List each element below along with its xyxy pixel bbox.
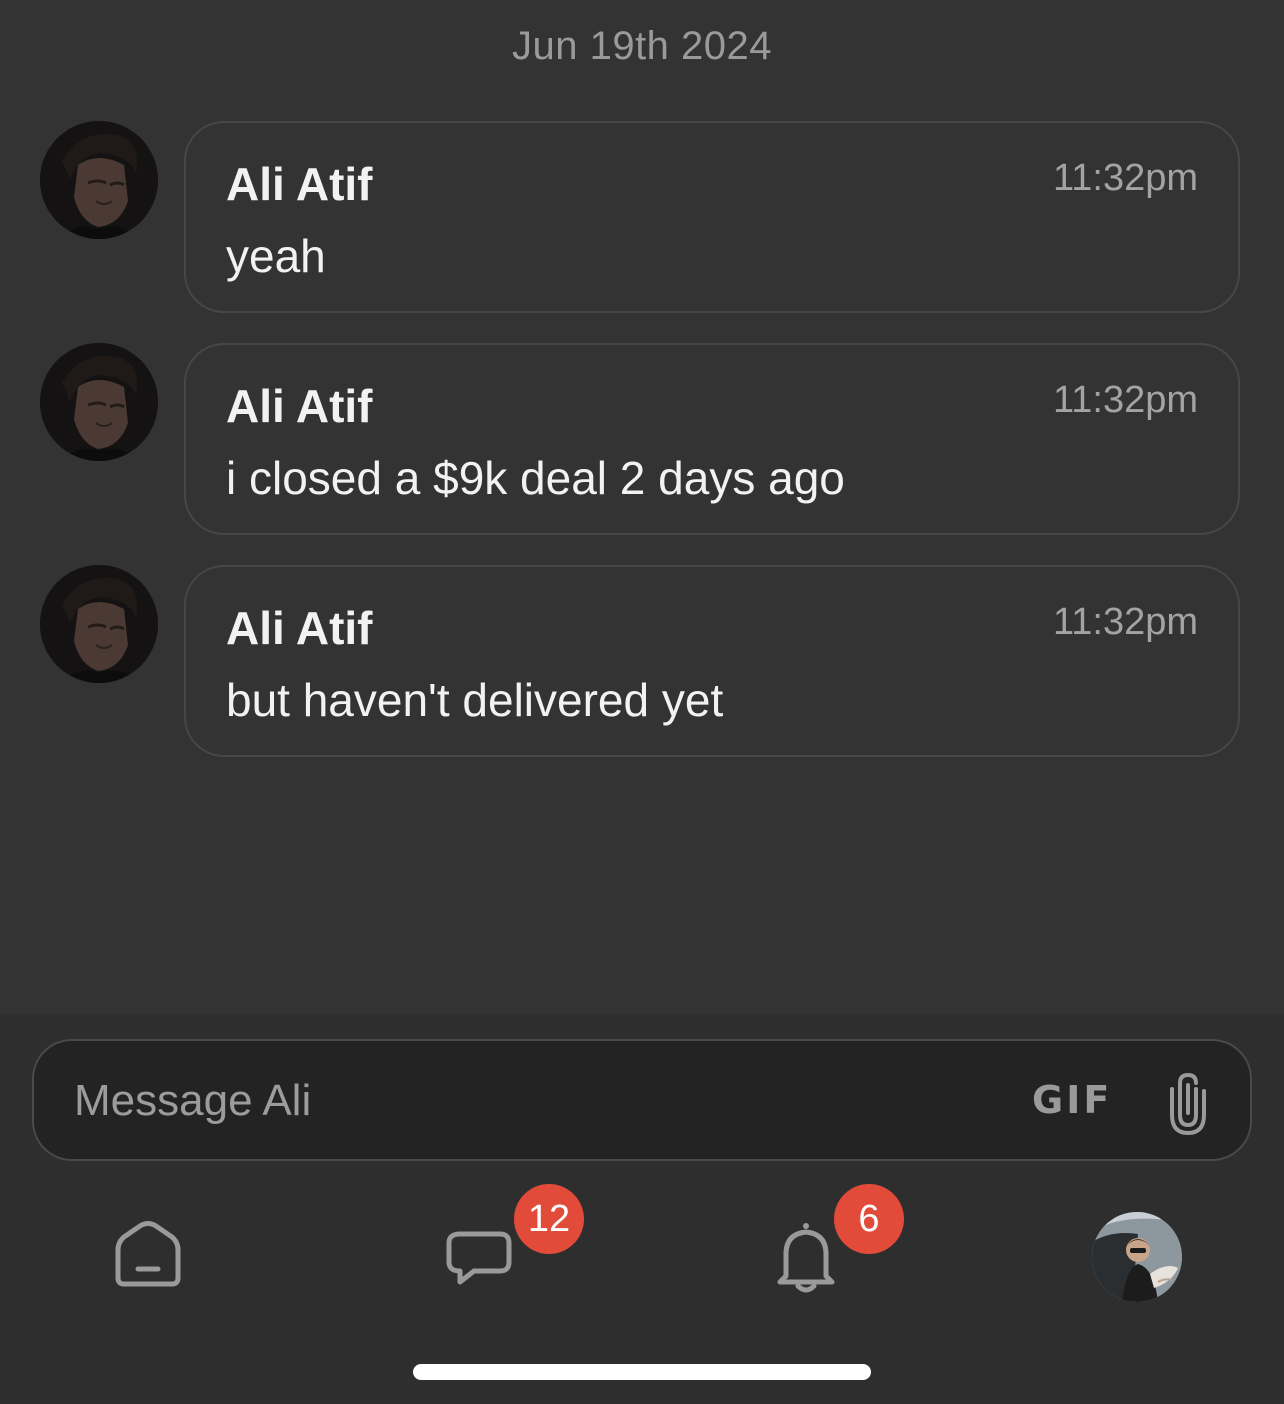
- nav-home[interactable]: [78, 1190, 218, 1320]
- avatar-image: [40, 121, 158, 239]
- message-text: i closed a $9k deal 2 days ago: [226, 452, 845, 504]
- home-icon: [115, 1221, 181, 1287]
- profile-image: [1092, 1212, 1182, 1302]
- message-time: 11:32pm: [1052, 379, 1198, 421]
- sender-name[interactable]: Ali Atif: [226, 379, 373, 433]
- message-text: yeah: [226, 230, 326, 282]
- avatar-image: [40, 565, 158, 683]
- profile-avatar[interactable]: [1092, 1212, 1182, 1302]
- paperclip-icon[interactable]: [1166, 1069, 1210, 1136]
- message-row: Ali Atif 11:32pm but haven't delivered y…: [0, 565, 1284, 761]
- sender-name[interactable]: Ali Atif: [226, 601, 373, 655]
- message-row: Ali Atif 11:32pm i closed a $9k deal 2 d…: [0, 343, 1284, 539]
- message-bubble[interactable]: Ali Atif 11:32pm yeah: [184, 121, 1240, 313]
- bottom-nav: 12 6: [0, 1184, 1284, 1330]
- sender-avatar[interactable]: [40, 121, 158, 239]
- message-composer: GIF: [32, 1039, 1252, 1161]
- notifications-badge: 6: [834, 1184, 904, 1254]
- message-row: Ali Atif 11:32pm yeah: [0, 121, 1284, 317]
- nav-messages[interactable]: 12: [410, 1184, 584, 1320]
- messages-badge: 12: [514, 1184, 584, 1254]
- message-text: but haven't delivered yet: [226, 674, 724, 726]
- sender-avatar[interactable]: [40, 565, 158, 683]
- home-indicator-bar: [413, 1364, 871, 1380]
- date-separator: Jun 19th 2024: [511, 24, 773, 68]
- message-bubble[interactable]: Ali Atif 11:32pm but haven't delivered y…: [184, 565, 1240, 757]
- avatar-image: [40, 343, 158, 461]
- sender-name[interactable]: Ali Atif: [226, 157, 373, 211]
- message-bubble[interactable]: Ali Atif 11:32pm i closed a $9k deal 2 d…: [184, 343, 1240, 535]
- nav-notifications[interactable]: 6: [736, 1184, 904, 1320]
- message-time: 11:32pm: [1052, 157, 1198, 199]
- chat-screen: Jun 19th 2024 Ali Atif 11:32pm yeah Ali …: [0, 0, 1284, 1404]
- sender-avatar[interactable]: [40, 343, 158, 461]
- message-input[interactable]: [72, 1041, 976, 1161]
- message-time: 11:32pm: [1052, 601, 1198, 643]
- gif-button[interactable]: GIF: [1032, 1079, 1112, 1121]
